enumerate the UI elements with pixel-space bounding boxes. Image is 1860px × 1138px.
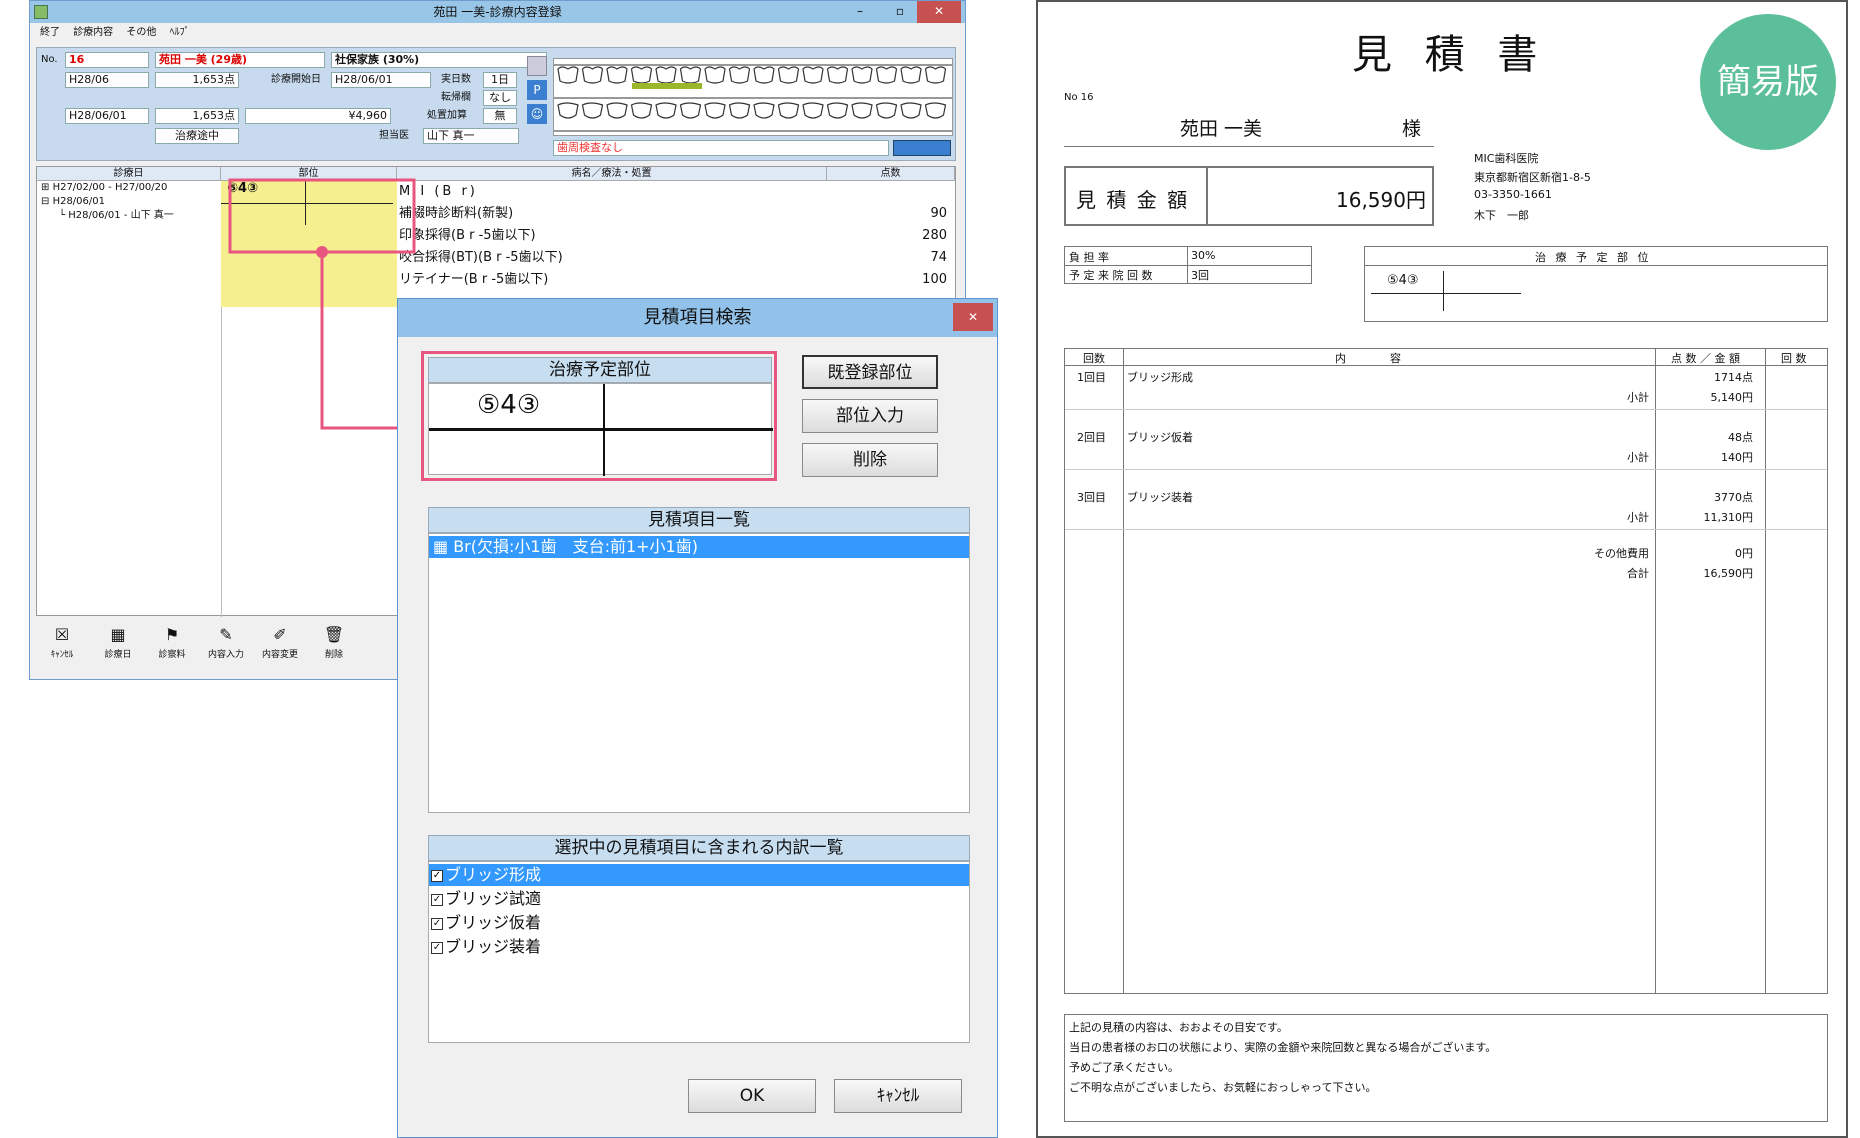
row-subtotal-label: 小計	[1627, 391, 1649, 404]
burden-table: 負 担 率 30% 予 定 来 院 回 数 3回	[1064, 246, 1312, 284]
list-header: 見積項目一覧	[428, 507, 970, 533]
site-grid[interactable]: ⑤4③	[428, 383, 773, 476]
burden-value: 30%	[1191, 249, 1216, 262]
grid-icon: ▦	[433, 537, 454, 556]
th-amount: 点 数 ／ 金 額	[1671, 352, 1740, 365]
th-visit: 回数	[1083, 352, 1105, 365]
row-points: 3770点	[1714, 491, 1753, 504]
site-input-button[interactable]: 部位入力	[802, 399, 938, 433]
ok-button[interactable]: OK	[688, 1079, 816, 1113]
dialog-close-button[interactable]: ✕	[953, 303, 993, 331]
detail-list[interactable]: ✓ ブリッジ形成 ✓ ブリッジ試適 ✓ ブリッジ仮着 ✓ ブリッジ装着	[428, 861, 970, 1043]
row-content: ブリッジ装着	[1127, 491, 1193, 504]
registered-site-button[interactable]: 既登録部位	[802, 355, 938, 389]
amount-label: 見 積 金 額	[1076, 188, 1190, 212]
detail-item[interactable]: ✓ ブリッジ形成	[431, 864, 541, 886]
checkbox-checked[interactable]: ✓	[431, 893, 443, 906]
detail-table: 回数 内 容 点 数 ／ 金 額 回 数 1回目 ブリッジ形成 1714点 小計…	[1064, 348, 1828, 994]
checkbox-checked[interactable]: ✓	[431, 941, 443, 954]
visits-label: 予 定 来 院 回 数	[1069, 269, 1153, 282]
visits-value: 3回	[1191, 269, 1209, 282]
site-header: 治療予定部位	[428, 357, 772, 383]
row-points: 48点	[1728, 431, 1753, 444]
row-subtotal: 11,310円	[1703, 511, 1754, 524]
clinic-phone: 03-3350-1661	[1474, 188, 1552, 201]
row-visit: 3回目	[1077, 491, 1106, 504]
th-content: 内 容	[1335, 352, 1401, 365]
site-table-header: 治 療 予 定 部 位	[1535, 251, 1652, 264]
note-line: ご不明な点がございましたら、お気軽におっしゃって下さい。	[1069, 1081, 1377, 1094]
burden-label: 負 担 率	[1069, 251, 1109, 264]
delete-button[interactable]: 削除	[802, 443, 938, 477]
detail-header: 選択中の見積項目に含まれる内訳一覧	[428, 835, 970, 861]
total-label: 合計	[1627, 567, 1649, 580]
row-subtotal: 5,140円	[1710, 391, 1754, 404]
site-table: 治 療 予 定 部 位 ⑤4③	[1364, 246, 1828, 322]
callout-box-main	[228, 178, 416, 254]
detail-item[interactable]: ✓ ブリッジ試適	[431, 888, 541, 910]
clinic-address: 東京都新宿区新宿1-8-5	[1474, 171, 1591, 184]
note-line: 上記の見積の内容は、おおよその目安です。	[1069, 1021, 1288, 1034]
clinic-doctor: 木下 一郎	[1474, 209, 1529, 222]
doc-patient-name: 苑田 一美	[1180, 118, 1263, 140]
row-subtotal-label: 小計	[1627, 511, 1649, 524]
detail-item[interactable]: ✓ ブリッジ仮着	[431, 912, 541, 934]
other-label: その他費用	[1594, 547, 1649, 560]
detail-item[interactable]: ✓ ブリッジ装着	[431, 936, 541, 958]
total-value: 16,590円	[1703, 567, 1754, 580]
row-content: ブリッジ仮着	[1127, 431, 1193, 444]
site-table-value: ⑤4③	[1387, 273, 1419, 288]
simple-version-badge: 簡易版	[1700, 14, 1836, 150]
amount-box: 見 積 金 額 16,590円	[1064, 166, 1434, 226]
row-visit: 2回目	[1077, 431, 1106, 444]
estimate-item-list[interactable]: ▦ Br(欠損:小1歯 支台:前1+小1歯)	[428, 533, 970, 813]
checkbox-checked[interactable]: ✓	[431, 917, 443, 930]
doc-no: No 16	[1064, 92, 1094, 103]
clinic-name: MIC歯科医院	[1474, 152, 1539, 165]
cancel-button[interactable]: ｷｬﾝｾﾙ	[834, 1079, 962, 1113]
doc-honorific: 様	[1402, 118, 1422, 140]
note-line: 当日の患者様のお口の状態により、実際の金額や来院回数と異なる場合がございます。	[1069, 1041, 1497, 1054]
other-value: 0円	[1735, 547, 1753, 560]
row-subtotal: 140円	[1721, 451, 1753, 464]
site-grid-value: ⑤4③	[477, 390, 541, 420]
amount-value: 16,590円	[1336, 188, 1426, 212]
checkbox-checked[interactable]: ✓	[431, 869, 443, 882]
list-item[interactable]: ▦ Br(欠損:小1歯 支台:前1+小1歯)	[429, 536, 969, 558]
row-content: ブリッジ形成	[1127, 371, 1193, 384]
notes-box: 上記の見積の内容は、おおよその目安です。 当日の患者様のお口の状態により、実際の…	[1064, 1014, 1828, 1122]
callout-dot	[316, 246, 328, 258]
doc-title: 見 積 書	[1352, 32, 1548, 78]
th-count: 回 数	[1781, 352, 1807, 365]
note-line: 予めご了承ください。	[1069, 1061, 1179, 1074]
row-points: 1714点	[1714, 371, 1753, 384]
row-visit: 1回目	[1077, 371, 1106, 384]
dialog-title: 見積項目検索	[398, 299, 997, 337]
estimate-search-dialog: 見積項目検索 ✕ 治療予定部位 ⑤4③ 既登録部位 部位入力 削除 見積項目一覧…	[397, 298, 998, 1138]
estimate-document: 見 積 書 簡易版 No 16 苑田 一美 様 見 積 金 額 16,590円 …	[1036, 0, 1848, 1138]
row-subtotal-label: 小計	[1627, 451, 1649, 464]
